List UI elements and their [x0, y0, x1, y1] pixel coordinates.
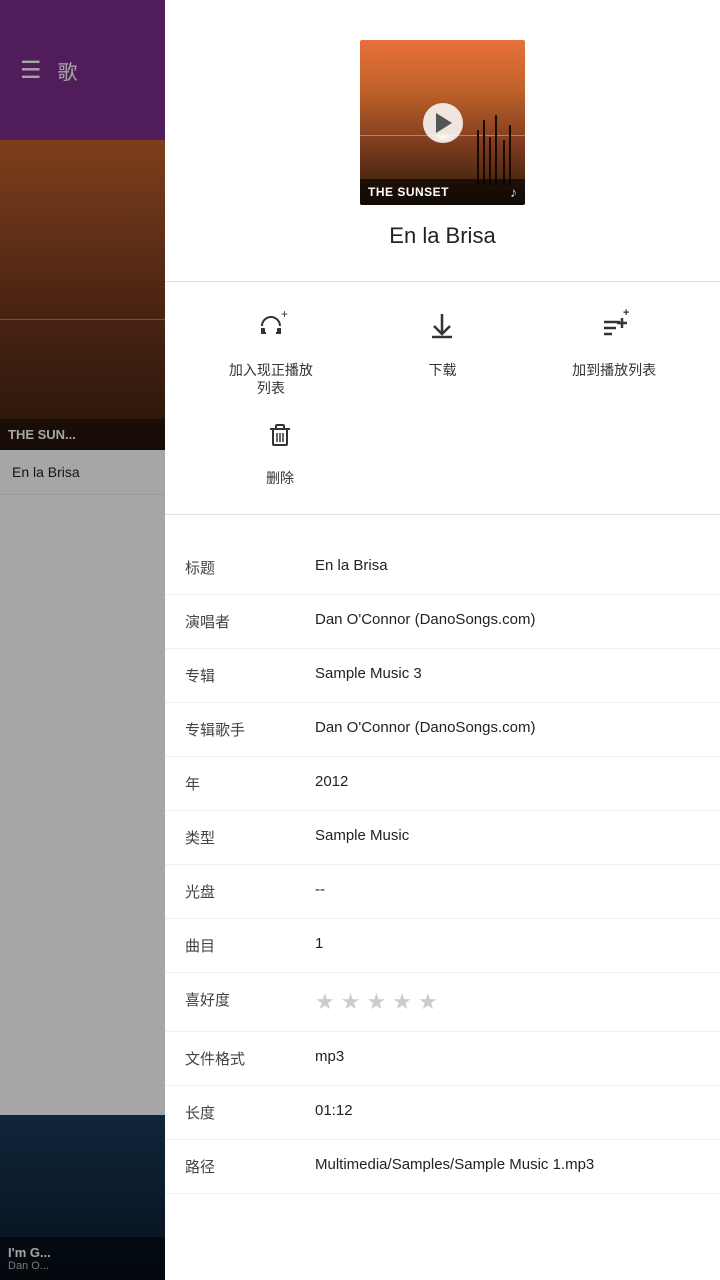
- metadata-value-album: Sample Music 3: [315, 665, 700, 682]
- song-title-main: En la Brisa: [389, 223, 495, 249]
- star-5[interactable]: ★: [418, 989, 438, 1015]
- metadata-value-genre: Sample Music: [315, 827, 700, 844]
- delete-button[interactable]: 删除: [220, 417, 340, 488]
- star-3[interactable]: ★: [366, 989, 386, 1015]
- svg-text:+: +: [623, 308, 629, 319]
- album-label: THE SUNSET ♪: [360, 179, 525, 205]
- metadata-row-disc: 光盘 --: [165, 865, 720, 919]
- metadata-value-rating[interactable]: ★ ★ ★ ★ ★: [315, 989, 700, 1015]
- metadata-value-duration: 01:12: [315, 1102, 700, 1119]
- metadata-row-format: 文件格式 mp3: [165, 1032, 720, 1086]
- trash-icon: [263, 417, 297, 458]
- play-triangle-icon: [436, 113, 452, 133]
- actions-row: + 加入现正播放 列表 下载: [165, 298, 720, 407]
- metadata-value-title: En la Brisa: [315, 557, 700, 574]
- divider-top: [165, 281, 720, 282]
- metadata-value-artist: Dan O'Connor (DanoSongs.com): [315, 611, 700, 628]
- metadata-key-year: 年: [185, 773, 315, 794]
- metadata-row-title: 标题 En la Brisa: [165, 541, 720, 595]
- play-button-overlay[interactable]: [423, 103, 463, 143]
- metadata-row-album: 专辑 Sample Music 3: [165, 649, 720, 703]
- metadata-key-artist: 演唱者: [185, 611, 315, 632]
- svg-text:+: +: [281, 308, 288, 321]
- metadata-key-disc: 光盘: [185, 881, 315, 902]
- metadata-value-track: 1: [315, 935, 700, 952]
- main-panel: THE SUNSET ♪ En la Brisa + 加入现正播放: [165, 0, 720, 1280]
- metadata-value-disc: --: [315, 881, 700, 898]
- metadata-key-rating: 喜好度: [185, 989, 315, 1010]
- metadata-value-year: 2012: [315, 773, 700, 790]
- star-2[interactable]: ★: [341, 989, 361, 1015]
- add-to-queue-button[interactable]: + 加入现正播放 列表: [211, 308, 331, 397]
- metadata-key-duration: 长度: [185, 1102, 315, 1123]
- metadata-row-duration: 长度 01:12: [165, 1086, 720, 1140]
- metadata-row-path: 路径 Multimedia/Samples/Sample Music 1.mp3: [165, 1140, 720, 1194]
- divider-middle: [165, 514, 720, 515]
- metadata-row-genre: 类型 Sample Music: [165, 811, 720, 865]
- metadata-row-rating: 喜好度 ★ ★ ★ ★ ★: [165, 973, 720, 1032]
- star-1[interactable]: ★: [315, 989, 335, 1015]
- metadata-row-album-artist: 专辑歌手 Dan O'Connor (DanoSongs.com): [165, 703, 720, 757]
- album-title-text: THE SUNSET: [368, 185, 449, 199]
- album-art[interactable]: THE SUNSET ♪: [360, 40, 525, 205]
- metadata-value-path: Multimedia/Samples/Sample Music 1.mp3: [315, 1156, 700, 1173]
- add-to-playlist-label: 加到播放列表: [572, 361, 656, 379]
- metadata-key-album-artist: 专辑歌手: [185, 719, 315, 740]
- playlist-plus-icon: +: [596, 308, 632, 351]
- download-button[interactable]: 下载: [382, 308, 502, 397]
- add-to-queue-label: 加入现正播放 列表: [229, 361, 313, 397]
- metadata-value-format: mp3: [315, 1048, 700, 1065]
- metadata-key-title: 标题: [185, 557, 315, 578]
- star-4[interactable]: ★: [392, 989, 412, 1015]
- dim-overlay: [0, 0, 165, 1280]
- metadata-row-artist: 演唱者 Dan O'Connor (DanoSongs.com): [165, 595, 720, 649]
- stars-container[interactable]: ★ ★ ★ ★ ★: [315, 989, 700, 1015]
- metadata-key-track: 曲目: [185, 935, 315, 956]
- download-label: 下载: [428, 361, 456, 379]
- metadata-key-path: 路径: [185, 1156, 315, 1177]
- headphones-plus-icon: +: [253, 308, 289, 351]
- add-to-playlist-button[interactable]: + 加到播放列表: [554, 308, 674, 397]
- album-art-section: THE SUNSET ♪ En la Brisa: [165, 0, 720, 265]
- metadata-row-year: 年 2012: [165, 757, 720, 811]
- metadata-row-track: 曲目 1: [165, 919, 720, 973]
- delete-row: 删除: [165, 407, 720, 498]
- metadata-key-album: 专辑: [185, 665, 315, 686]
- metadata-value-album-artist: Dan O'Connor (DanoSongs.com): [315, 719, 700, 736]
- music-note-icon: ♪: [510, 184, 517, 200]
- metadata-key-genre: 类型: [185, 827, 315, 848]
- reeds-decoration: [475, 125, 515, 185]
- metadata-section: 标题 En la Brisa 演唱者 Dan O'Connor (DanoSon…: [165, 531, 720, 1204]
- delete-label: 删除: [266, 468, 294, 488]
- metadata-key-format: 文件格式: [185, 1048, 315, 1069]
- download-icon: [424, 308, 460, 351]
